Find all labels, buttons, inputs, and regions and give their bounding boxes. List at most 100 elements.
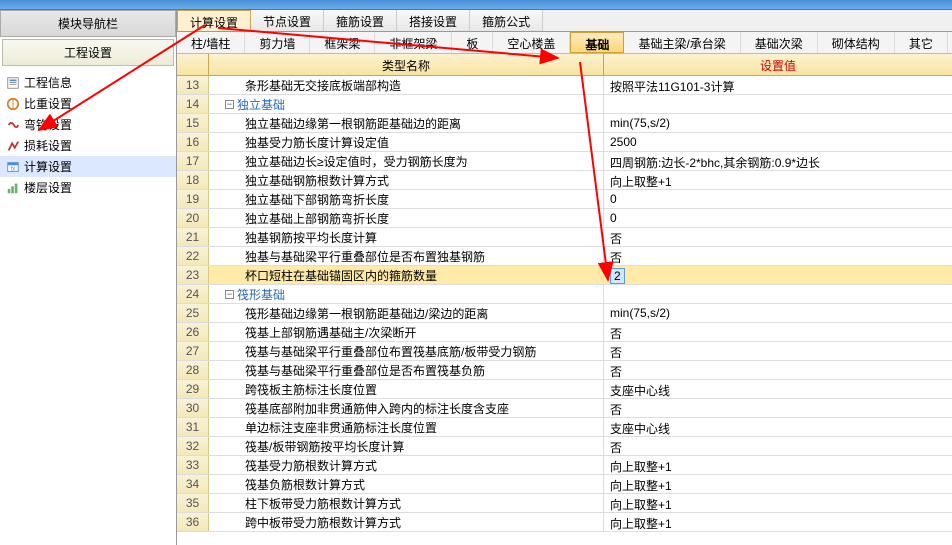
row-value[interactable] bbox=[604, 285, 952, 303]
tree-label: 比重设置 bbox=[24, 95, 72, 112]
sub-tab[interactable]: 基础主梁/承台梁 bbox=[624, 32, 740, 53]
top-tab[interactable]: 箍筋公式 bbox=[470, 10, 543, 31]
sub-tab[interactable]: 非框架梁 bbox=[375, 32, 452, 53]
table-row[interactable]: 27筏基与基础梁平行重叠部位布置筏基底筋/板带受力钢筋否 bbox=[177, 342, 952, 361]
sub-tab[interactable]: 板 bbox=[452, 32, 493, 53]
table-row[interactable]: 36跨中板带受力筋根数计算方式向上取整+1 bbox=[177, 513, 952, 532]
sub-tab[interactable]: 砌体结构 bbox=[818, 32, 895, 53]
row-name: 筏基受力筋根数计算方式 bbox=[209, 456, 604, 474]
row-number: 15 bbox=[177, 114, 209, 132]
row-value[interactable]: 否 bbox=[604, 247, 952, 265]
tree-label: 楼层设置 bbox=[24, 179, 72, 196]
table-row[interactable]: 20独立基础上部钢筋弯折长度0 bbox=[177, 209, 952, 228]
table-row[interactable]: 31单边标注支座非贯通筋标注长度位置支座中心线 bbox=[177, 418, 952, 437]
table-row[interactable]: 17独立基础边长≥设定值时，受力钢筋长度为四周钢筋:边长-2*bhc,其余钢筋:… bbox=[177, 152, 952, 171]
sidebar-item-4[interactable]: fx计算设置 bbox=[0, 156, 176, 177]
row-number: 26 bbox=[177, 323, 209, 341]
row-value[interactable]: 否 bbox=[604, 323, 952, 341]
tree-icon bbox=[6, 118, 20, 132]
top-tab[interactable]: 计算设置 bbox=[177, 10, 251, 31]
sub-tab[interactable]: 基础次梁 bbox=[741, 32, 818, 53]
sidebar-item-5[interactable]: 楼层设置 bbox=[0, 177, 176, 198]
sidebar-item-3[interactable]: 损耗设置 bbox=[0, 135, 176, 156]
table-row[interactable]: 14− 独立基础 bbox=[177, 95, 952, 114]
row-number: 22 bbox=[177, 247, 209, 265]
row-value[interactable]: 支座中心线 bbox=[604, 380, 952, 398]
table-row[interactable]: 30筏基底部附加非贯通筋伸入跨内的标注长度含支座否 bbox=[177, 399, 952, 418]
top-tab[interactable]: 搭接设置 bbox=[397, 10, 470, 31]
collapse-icon[interactable]: − bbox=[225, 100, 234, 109]
table-row[interactable]: 15独立基础边缘第一根钢筋距基础边的距离min(75,s/2) bbox=[177, 114, 952, 133]
table-row[interactable]: 18独立基础钢筋根数计算方式向上取整+1 bbox=[177, 171, 952, 190]
row-name: 筏基负筋根数计算方式 bbox=[209, 475, 604, 493]
row-value[interactable]: 否 bbox=[604, 437, 952, 455]
row-value[interactable]: 0 bbox=[604, 190, 952, 208]
row-value[interactable]: 向上取整+1 bbox=[604, 494, 952, 512]
row-name: 独基与基础梁平行重叠部位是否布置独基钢筋 bbox=[209, 247, 604, 265]
row-number: 21 bbox=[177, 228, 209, 246]
row-value[interactable]: 否 bbox=[604, 342, 952, 360]
row-number: 30 bbox=[177, 399, 209, 417]
row-number: 14 bbox=[177, 95, 209, 113]
table-row[interactable]: 21独基钢筋按平均长度计算否 bbox=[177, 228, 952, 247]
row-value[interactable]: 0 bbox=[604, 209, 952, 227]
top-tab[interactable]: 节点设置 bbox=[251, 10, 324, 31]
table-row[interactable]: 22独基与基础梁平行重叠部位是否布置独基钢筋否 bbox=[177, 247, 952, 266]
table-row[interactable]: 33筏基受力筋根数计算方式向上取整+1 bbox=[177, 456, 952, 475]
table-row[interactable]: 13条形基础无交接底板端部构造按照平法11G101-3计算 bbox=[177, 76, 952, 95]
table-row[interactable]: 29跨筏板主筋标注长度位置支座中心线 bbox=[177, 380, 952, 399]
sidebar-item-2[interactable]: 弯钩设置 bbox=[0, 114, 176, 135]
row-name: 单边标注支座非贯通筋标注长度位置 bbox=[209, 418, 604, 436]
top-tab[interactable]: 箍筋设置 bbox=[324, 10, 397, 31]
row-value[interactable]: 向上取整+1 bbox=[604, 171, 952, 189]
row-value[interactable]: 2 bbox=[604, 266, 952, 284]
row-name: 独基钢筋按平均长度计算 bbox=[209, 228, 604, 246]
table-row[interactable]: 28筏基与基础梁平行重叠部位是否布置筏基负筋否 bbox=[177, 361, 952, 380]
project-settings-button[interactable]: 工程设置 bbox=[2, 39, 174, 66]
row-value[interactable]: 否 bbox=[604, 228, 952, 246]
sidebar: 模块导航栏 工程设置 工程信息比重设置弯钩设置损耗设置 fx计算设置楼层设置 bbox=[0, 10, 177, 545]
row-value[interactable]: 2500 bbox=[604, 133, 952, 151]
table-row[interactable]: 32筏基/板带钢筋按平均长度计算否 bbox=[177, 437, 952, 456]
sidebar-tree: 工程信息比重设置弯钩设置损耗设置 fx计算设置楼层设置 bbox=[0, 68, 176, 202]
row-value[interactable]: 向上取整+1 bbox=[604, 475, 952, 493]
sub-tab[interactable]: 剪力墙 bbox=[245, 32, 310, 53]
header-name: 类型名称 bbox=[209, 54, 604, 75]
row-value[interactable] bbox=[604, 95, 952, 113]
row-number: 23 bbox=[177, 266, 209, 284]
row-name: 独立基础上部钢筋弯折长度 bbox=[209, 209, 604, 227]
sub-tab[interactable]: 基础 bbox=[570, 32, 624, 53]
table-row[interactable]: 16独基受力筋长度计算设定值2500 bbox=[177, 133, 952, 152]
row-value[interactable]: min(75,s/2) bbox=[604, 114, 952, 132]
table-row[interactable]: 25筏形基础边缘第一根钢筋距基础边/梁边的距离min(75,s/2) bbox=[177, 304, 952, 323]
table-row[interactable]: 34筏基负筋根数计算方式向上取整+1 bbox=[177, 475, 952, 494]
grid-body[interactable]: 13条形基础无交接底板端部构造按照平法11G101-3计算14− 独立基础15独… bbox=[177, 76, 952, 543]
row-name: 独立基础边缘第一根钢筋距基础边的距离 bbox=[209, 114, 604, 132]
collapse-icon[interactable]: − bbox=[225, 290, 234, 299]
sidebar-item-1[interactable]: 比重设置 bbox=[0, 93, 176, 114]
row-value[interactable]: min(75,s/2) bbox=[604, 304, 952, 322]
row-value[interactable]: 否 bbox=[604, 361, 952, 379]
table-row[interactable]: 35柱下板带受力筋根数计算方式向上取整+1 bbox=[177, 494, 952, 513]
table-row[interactable]: 19独立基础下部钢筋弯折长度0 bbox=[177, 190, 952, 209]
row-value[interactable]: 向上取整+1 bbox=[604, 513, 952, 531]
row-value[interactable]: 按照平法11G101-3计算 bbox=[604, 76, 952, 94]
row-number: 29 bbox=[177, 380, 209, 398]
table-row[interactable]: 26筏基上部钢筋遇基础主/次梁断开否 bbox=[177, 323, 952, 342]
value-input[interactable]: 2 bbox=[610, 268, 625, 284]
sub-tab[interactable]: 框架梁 bbox=[310, 32, 375, 53]
table-row[interactable]: 24− 筏形基础 bbox=[177, 285, 952, 304]
sidebar-item-0[interactable]: 工程信息 bbox=[0, 72, 176, 93]
row-value[interactable]: 向上取整+1 bbox=[604, 456, 952, 474]
sub-tab[interactable]: 空心楼盖 bbox=[493, 32, 570, 53]
row-value[interactable]: 四周钢筋:边长-2*bhc,其余钢筋:0.9*边长 bbox=[604, 152, 952, 170]
tree-label: 损耗设置 bbox=[24, 137, 72, 154]
row-value[interactable]: 否 bbox=[604, 399, 952, 417]
svg-text:fx: fx bbox=[11, 165, 16, 172]
table-row[interactable]: 23杯口短柱在基础锚固区内的箍筋数量2 bbox=[177, 266, 952, 285]
row-name: 筏基/板带钢筋按平均长度计算 bbox=[209, 437, 604, 455]
sub-tab[interactable]: 其它 bbox=[895, 32, 948, 53]
sidebar-title: 模块导航栏 bbox=[0, 10, 176, 37]
row-value[interactable]: 支座中心线 bbox=[604, 418, 952, 436]
sub-tab[interactable]: 柱/墙柱 bbox=[177, 32, 245, 53]
